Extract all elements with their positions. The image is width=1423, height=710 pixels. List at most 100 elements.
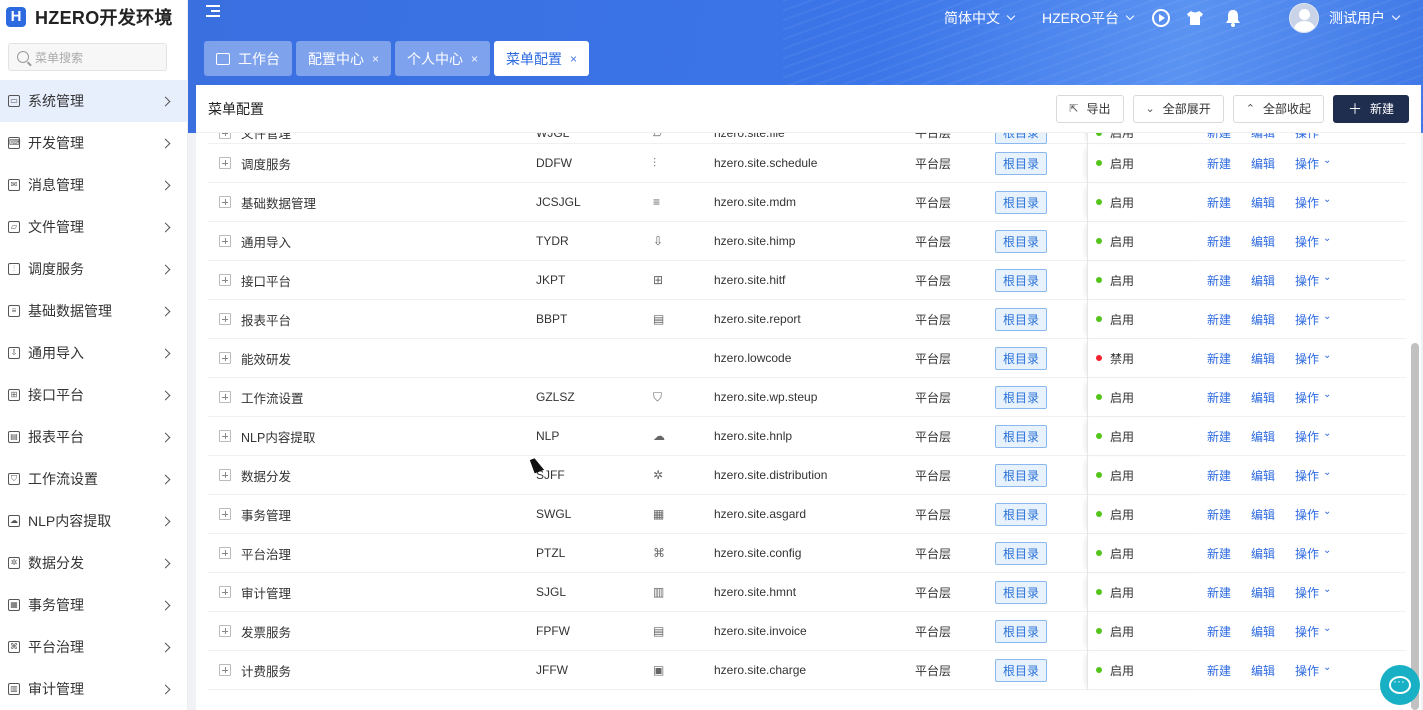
sidebar-item[interactable]: ▤ 报表平台 (0, 416, 187, 458)
row-ops-dropdown[interactable]: 操作 (1295, 545, 1331, 562)
row-new-link[interactable]: 新建 (1207, 389, 1231, 406)
sidebar-item[interactable]: ▥ 审计管理 (0, 668, 187, 710)
row-ops-dropdown[interactable]: 操作 (1295, 467, 1331, 484)
sidebar-item[interactable]: ⫶ 调度服务 (0, 248, 187, 290)
row-new-link[interactable]: 新建 (1207, 194, 1231, 211)
chat-button[interactable] (1380, 665, 1420, 705)
row-edit-link[interactable]: 编辑 (1251, 428, 1275, 445)
row-ops-dropdown[interactable]: 操作 (1295, 350, 1331, 367)
row-new-link[interactable]: 新建 (1207, 233, 1231, 250)
expand-icon[interactable] (219, 508, 231, 520)
row-new-link[interactable]: 新建 (1207, 662, 1231, 679)
row-ops-dropdown[interactable]: 操作 (1295, 662, 1331, 679)
sidebar-item[interactable]: ▱ 文件管理 (0, 206, 187, 248)
sidebar-item[interactable]: ✲ 数据分发 (0, 542, 187, 584)
create-button[interactable]: ＋ 新建 (1332, 94, 1409, 123)
tab[interactable]: 配置中心 × (296, 41, 392, 76)
menu-code: NLP (536, 429, 560, 443)
menu-route: hzero.site.mdm (714, 195, 797, 209)
language-select[interactable]: 简体中文 (944, 8, 1016, 28)
row-new-link[interactable]: 新建 (1207, 623, 1231, 640)
expand-all-button[interactable]: ⌄ 全部展开 (1132, 94, 1224, 123)
row-edit-link[interactable]: 编辑 (1251, 155, 1275, 172)
row-new-link[interactable]: 新建 (1207, 545, 1231, 562)
row-ops-dropdown[interactable]: 操作 (1295, 194, 1331, 211)
bell-icon[interactable] (1223, 8, 1243, 28)
expand-icon[interactable] (219, 196, 231, 208)
user-menu[interactable]: 测试用户 (1329, 8, 1401, 28)
row-ops-dropdown[interactable]: 操作 (1295, 623, 1331, 640)
row-ops-dropdown[interactable]: 操作 (1295, 584, 1331, 601)
menu-search-input[interactable]: 菜单搜索 (8, 43, 167, 71)
row-edit-link[interactable]: 编辑 (1251, 272, 1275, 289)
row-ops-dropdown[interactable]: 操作 (1295, 155, 1331, 172)
row-new-link[interactable]: 新建 (1207, 350, 1231, 367)
scrollbar[interactable] (1411, 343, 1419, 710)
expand-icon[interactable] (219, 313, 231, 325)
row-edit-link[interactable]: 编辑 (1251, 545, 1275, 562)
play-icon[interactable] (1151, 8, 1171, 28)
avatar[interactable] (1289, 3, 1319, 33)
row-new-link[interactable]: 新建 (1207, 428, 1231, 445)
close-icon[interactable]: × (471, 52, 478, 66)
shirt-icon[interactable] (1185, 8, 1205, 28)
sidebar-item[interactable]: ⊞ 接口平台 (0, 374, 187, 416)
row-ops-dropdown[interactable]: 操作 (1295, 311, 1331, 328)
sidebar-item[interactable]: ▦ 事务管理 (0, 584, 187, 626)
expand-icon[interactable] (219, 274, 231, 286)
sidebar-item[interactable]: ⛉ 工作流设置 (0, 458, 187, 500)
row-ops-dropdown[interactable]: 操作 (1295, 389, 1331, 406)
row-new-link[interactable]: 新建 (1207, 467, 1231, 484)
row-edit-link[interactable]: 编辑 (1251, 311, 1275, 328)
expand-icon[interactable] (219, 235, 231, 247)
export-button[interactable]: ⇱ 导出 (1056, 94, 1124, 123)
row-edit-link[interactable]: 编辑 (1251, 467, 1275, 484)
sidebar-item[interactable]: ≡ 基础数据管理 (0, 290, 187, 332)
row-new-link[interactable]: 新建 (1207, 584, 1231, 601)
close-icon[interactable]: × (372, 52, 379, 66)
tab[interactable]: 个人中心 × (395, 41, 491, 76)
row-new-link[interactable]: 新建 (1207, 506, 1231, 523)
tab[interactable]: 菜单配置 × (494, 41, 590, 76)
row-ops-dropdown[interactable]: 操作 (1295, 233, 1331, 250)
close-icon[interactable]: × (570, 52, 577, 66)
expand-icon[interactable] (219, 157, 231, 169)
sidebar-item[interactable]: ⌨ 开发管理 (0, 122, 187, 164)
row-ops-dropdown[interactable]: 操作 (1295, 272, 1331, 289)
sidebar-item[interactable]: ⇩ 通用导入 (0, 332, 187, 374)
sidebar-item[interactable]: ⌘ 平台治理 (0, 626, 187, 668)
row-new-link[interactable]: 新建 (1207, 272, 1231, 289)
row-ops-dropdown[interactable]: 操作 (1295, 506, 1331, 523)
platform-select[interactable]: HZERO平台 (1042, 8, 1135, 28)
code-icon: ⌨ (8, 137, 21, 149)
tab[interactable]: 工作台 (204, 41, 292, 76)
row-edit-link[interactable]: 编辑 (1251, 194, 1275, 211)
expand-icon[interactable] (219, 352, 231, 364)
row-ops-dropdown[interactable]: 操作 (1295, 428, 1331, 445)
expand-icon[interactable] (219, 391, 231, 403)
row-new-link[interactable]: 新建 (1207, 155, 1231, 172)
expand-icon[interactable] (219, 430, 231, 442)
sidebar-item-label: NLP内容提取 (28, 513, 112, 529)
row-edit-link[interactable]: 编辑 (1251, 584, 1275, 601)
row-edit-link[interactable]: 编辑 (1251, 506, 1275, 523)
chevron-right-icon (160, 516, 171, 526)
menu-collapse-icon[interactable] (206, 5, 222, 19)
row-edit-link[interactable]: 编辑 (1251, 662, 1275, 679)
expand-icon[interactable] (219, 469, 231, 481)
expand-icon[interactable] (219, 625, 231, 637)
sidebar-item[interactable]: ▭ 系统管理 (0, 80, 187, 122)
governance-icon: ⌘ (653, 546, 665, 560)
sidebar-item[interactable]: ☁ NLP内容提取 (0, 500, 187, 542)
app-logo[interactable]: H HZERO开发环境 (0, 0, 187, 34)
row-edit-link[interactable]: 编辑 (1251, 233, 1275, 250)
row-edit-link[interactable]: 编辑 (1251, 623, 1275, 640)
sidebar-item[interactable]: ✉ 消息管理 (0, 164, 187, 206)
row-edit-link[interactable]: 编辑 (1251, 389, 1275, 406)
row-new-link[interactable]: 新建 (1207, 311, 1231, 328)
collapse-all-button[interactable]: ⌃ 全部收起 (1232, 94, 1324, 123)
row-edit-link[interactable]: 编辑 (1251, 350, 1275, 367)
expand-icon[interactable] (219, 547, 231, 559)
expand-icon[interactable] (219, 664, 231, 676)
expand-icon[interactable] (219, 586, 231, 598)
